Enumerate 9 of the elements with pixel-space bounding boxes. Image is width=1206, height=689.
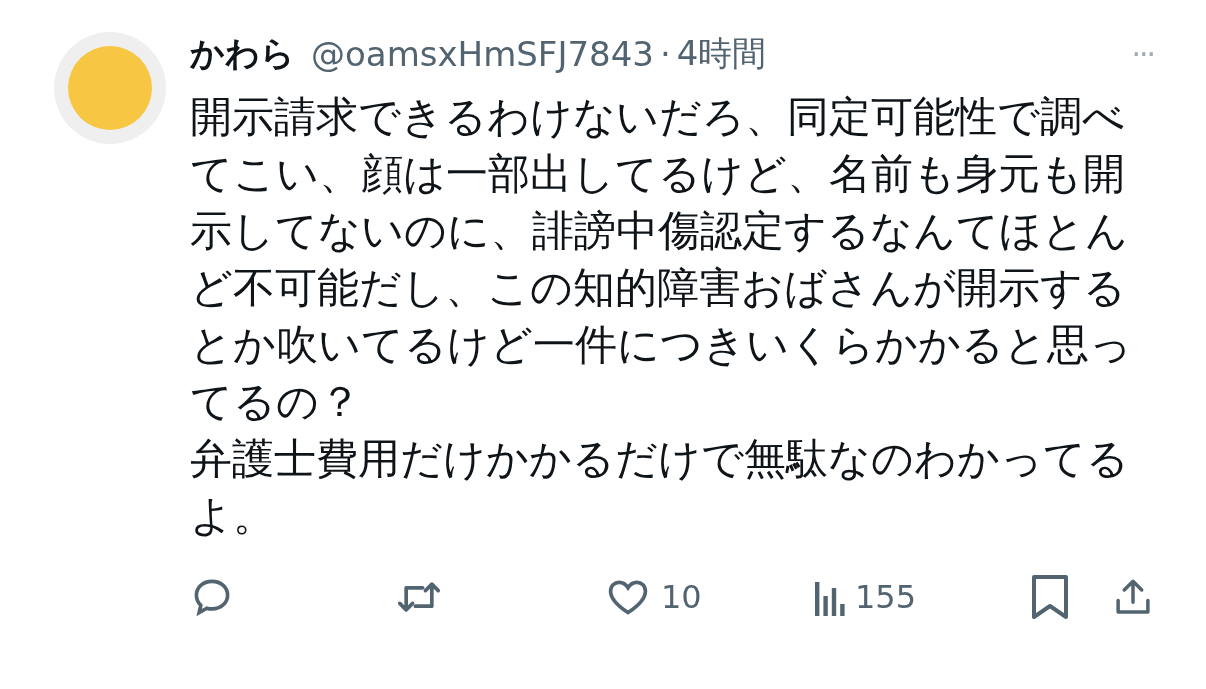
timestamp[interactable]: 4時間 [676, 31, 767, 77]
separator: · [660, 34, 671, 74]
user-handle[interactable]: @oamsxHmSFJ7843 [311, 34, 654, 74]
bookmark-icon[interactable] [1030, 574, 1070, 620]
tweet-text: 開示請求できるわけないだろ、同定可能性で調べてこい、顔は一部出してるけど、名前も身元も開示してないのに、誹謗中傷認定するなんてほとんど不可能だし、この知的障害おばさんが開示するとか吹いてるけど一件につきいくらかかると思ってるの？ [190, 91, 1133, 428]
view-count: 155 [855, 578, 917, 616]
like-count: 10 [661, 578, 702, 616]
tweet-text: 弁護士費用だけかかるだけで無駄なのわかってるよ。 [190, 433, 1130, 542]
user-name[interactable]: かわら [190, 31, 295, 77]
